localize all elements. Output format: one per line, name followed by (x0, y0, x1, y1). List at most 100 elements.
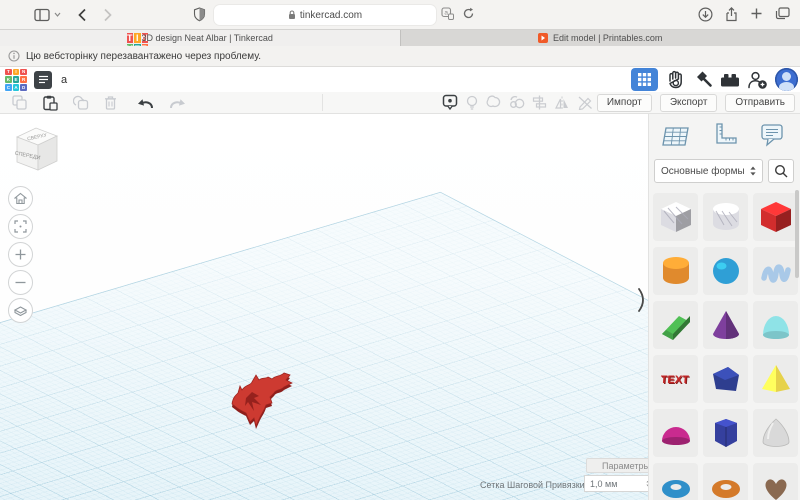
address-bar[interactable]: tinkercad.com (214, 5, 436, 25)
notes-tool-icon[interactable] (758, 121, 786, 151)
tinkercad-header: TIN KER CAD a (0, 67, 800, 92)
logo-cell: A (12, 83, 20, 91)
shape-tile-sphere[interactable] (703, 247, 748, 295)
shape-tile-box[interactable] (753, 193, 798, 241)
mode-3d-button[interactable] (631, 68, 658, 91)
shape-tile-paraboloid[interactable] (753, 409, 798, 457)
design-title[interactable]: a (61, 74, 67, 86)
snap-grid-label: Сетка Шаговой Привязки (480, 480, 585, 490)
panel-collapse-icon[interactable] (637, 286, 648, 314)
logo-cell: K (5, 76, 12, 83)
shape-tile-scribble[interactable] (753, 247, 798, 295)
send-button[interactable]: Отправить (725, 93, 795, 112)
tinkercad-logo[interactable]: TIN KER CAD (5, 68, 27, 91)
toolbar-divider (322, 94, 323, 111)
shape-tile-cylinder[interactable] (653, 247, 698, 295)
sidebar-toggle-icon[interactable] (34, 8, 61, 22)
duplicate-icon[interactable] (73, 95, 89, 110)
tab-title: 3D design Neat Albar | Tinkercad (141, 33, 273, 43)
export-button[interactable]: Экспорт (659, 93, 718, 112)
perspective-toggle-button[interactable] (8, 298, 33, 323)
align-icon[interactable] (532, 95, 547, 110)
flip-icon[interactable] (554, 96, 570, 110)
info-icon (8, 50, 20, 62)
shape-tile-wedge[interactable] (653, 301, 698, 349)
hammer-icon[interactable] (693, 70, 713, 90)
snap-grid-select[interactable]: 1,0 мм (584, 475, 648, 492)
workplane-grid[interactable] (0, 191, 648, 500)
design-properties-icon[interactable] (34, 70, 52, 89)
printables-favicon (538, 33, 549, 43)
shape-tile-half-sphere[interactable] (653, 409, 698, 457)
shape-tile-hole-cylinder[interactable] (703, 193, 748, 241)
shape-search-button[interactable] (768, 159, 794, 183)
delete-icon[interactable] (104, 95, 117, 110)
model-red-shape[interactable] (224, 366, 294, 432)
redo-icon[interactable] (169, 96, 187, 110)
logo-cell: I (134, 33, 141, 43)
grid-icon (638, 73, 651, 86)
shapes-panel: Основные формы TEXT TEXT (648, 114, 800, 500)
privacy-shield-icon[interactable] (193, 7, 206, 22)
editor-toolbar: Импорт Экспорт Отправить (0, 92, 800, 114)
logo-cell: T (5, 68, 12, 76)
edit-grid-button[interactable]: Параметры (586, 458, 648, 473)
logo-cell: E (134, 44, 141, 46)
shape-tile-pyramid[interactable] (753, 355, 798, 403)
reload-icon[interactable] (462, 7, 475, 20)
3d-viewport[interactable]: СВЕРХУ СПЕРЕДИ Параметры Сетка Шаговой П… (0, 114, 648, 500)
tab-bar: TINKERCAD 3D design Neat Albar | Tinkerc… (0, 30, 800, 46)
shape-tile-heart[interactable] (753, 463, 798, 500)
shape-tile-hole-box[interactable] (653, 193, 698, 241)
import-button[interactable]: Импорт (596, 93, 652, 112)
shape-tile-polygon[interactable] (703, 409, 748, 457)
shape-category-value: Основные формы (661, 165, 745, 177)
ruler-tool-icon[interactable] (711, 121, 739, 151)
notes-icon[interactable] (577, 95, 593, 110)
shape-tile-roof[interactable] (703, 355, 748, 403)
translate-icon[interactable]: a (441, 7, 454, 20)
shape-tile-round-roof[interactable] (753, 301, 798, 349)
shape-tile-text[interactable]: TEXT TEXT (653, 355, 698, 403)
forward-icon[interactable] (103, 8, 113, 22)
select-arrows-icon (750, 166, 756, 176)
ungroup-icon[interactable] (509, 95, 525, 110)
zoom-out-button[interactable] (8, 270, 33, 295)
collaborate-icon[interactable] (747, 70, 768, 90)
shape-tile-torus[interactable] (653, 463, 698, 500)
panel-scrollbar[interactable] (795, 190, 799, 278)
share-icon[interactable] (725, 7, 738, 22)
downloads-icon[interactable] (698, 7, 713, 22)
shape-tile-torus-thick[interactable] (703, 463, 748, 500)
copy-icon[interactable] (12, 95, 27, 110)
snap-grid-value: 1,0 мм (590, 478, 618, 489)
back-icon[interactable] (77, 8, 87, 22)
logo-cell: K (126, 44, 134, 46)
tab-tinkercad[interactable]: TINKERCAD 3D design Neat Albar | Tinkerc… (0, 30, 400, 46)
view-cube[interactable]: СВЕРХУ СПЕРЕДИ (10, 120, 66, 176)
view-controls (8, 186, 33, 323)
tab-title: Edit model | Printables.com (553, 33, 663, 43)
logo-cell: C (5, 83, 12, 91)
shape-category-select[interactable]: Основные формы (654, 159, 763, 183)
reload-notice-bar: Цю вебсторінку перезавантажено через про… (0, 46, 800, 67)
home-view-button[interactable] (8, 186, 33, 211)
undo-icon[interactable] (136, 96, 154, 110)
fit-view-button[interactable] (8, 214, 33, 239)
paste-icon[interactable] (42, 95, 58, 111)
group-icon[interactable] (486, 95, 502, 110)
svg-text:TEXT: TEXT (660, 374, 689, 386)
lock-icon (288, 10, 295, 19)
avatar[interactable] (775, 68, 798, 91)
zoom-in-button[interactable] (8, 242, 33, 267)
inspect-icon[interactable] (442, 94, 458, 111)
shape-tile-cone[interactable] (703, 301, 748, 349)
workplane-tool-icon[interactable] (661, 121, 691, 151)
tab-printables[interactable]: Edit model | Printables.com (399, 30, 800, 46)
svg-text:a: a (444, 10, 448, 17)
bricks-icon[interactable] (720, 71, 740, 88)
simlab-hand-icon[interactable] (665, 69, 686, 90)
show-all-icon[interactable] (465, 95, 479, 111)
new-tab-icon[interactable] (750, 7, 763, 22)
tab-overview-icon[interactable] (775, 7, 790, 22)
